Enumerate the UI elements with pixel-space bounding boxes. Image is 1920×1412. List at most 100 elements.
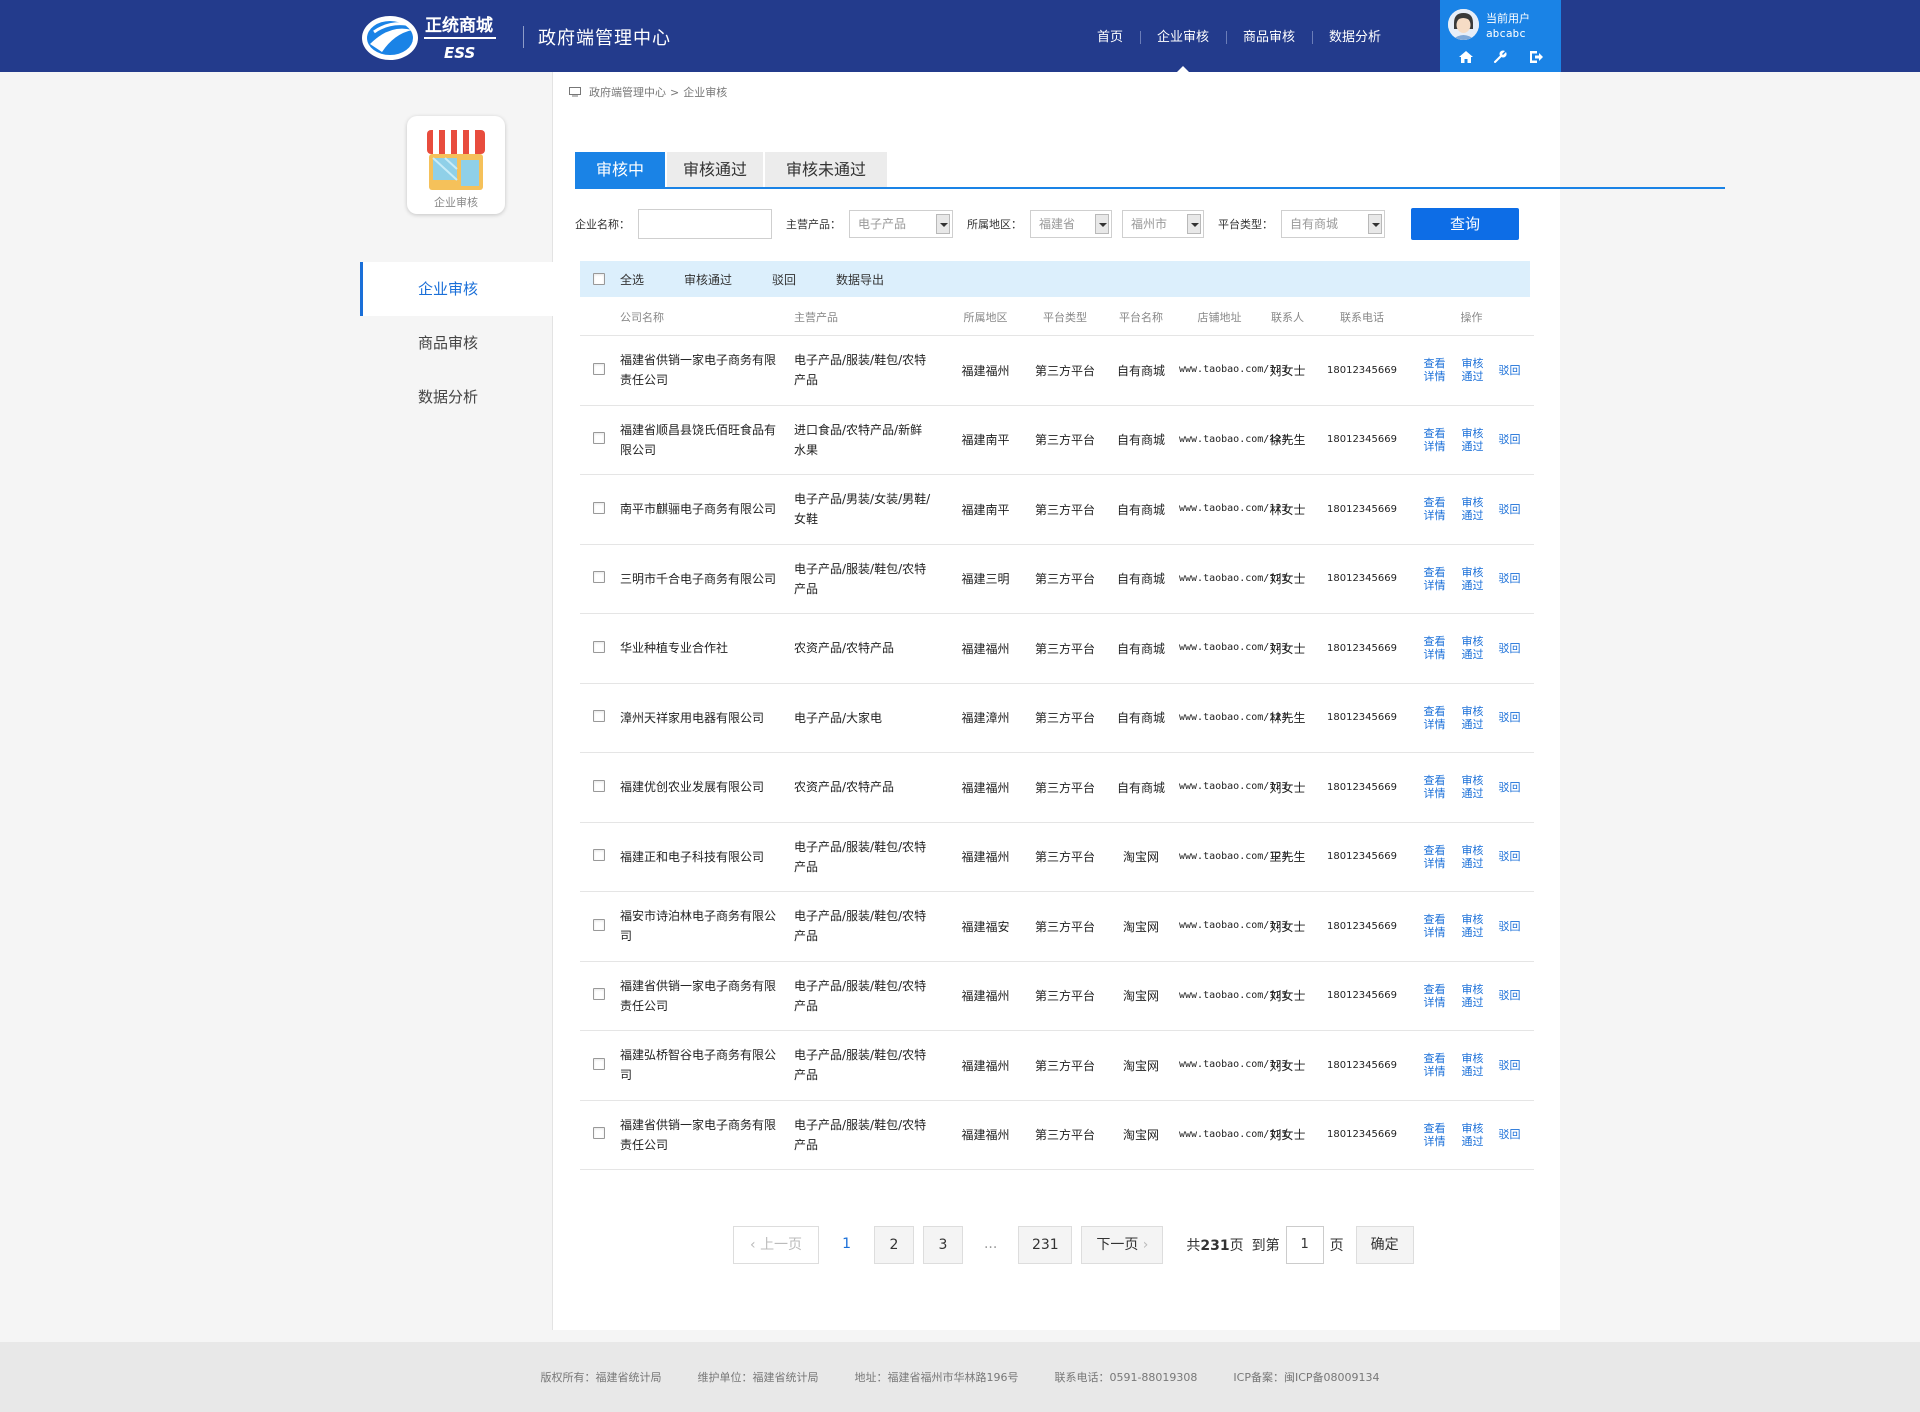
reject-link[interactable]: 驳回 bbox=[1499, 850, 1521, 863]
reject-link[interactable]: 驳回 bbox=[1499, 781, 1521, 794]
logout-icon[interactable] bbox=[1528, 49, 1544, 65]
reject-link[interactable]: 驳回 bbox=[1499, 989, 1521, 1002]
top-header: 正统商城 ESS 政府端管理中心 首页 企业审核 商品审核 数据分析 当前用户 … bbox=[0, 0, 1920, 72]
row-checkbox[interactable] bbox=[593, 779, 605, 792]
view-details-link[interactable]: 查看详情 bbox=[1423, 427, 1447, 453]
row-checkbox[interactable] bbox=[593, 362, 605, 375]
avatar[interactable] bbox=[1448, 9, 1479, 40]
reject-link[interactable]: 驳回 bbox=[1499, 642, 1521, 655]
nav-product-review[interactable]: 商品审核 bbox=[1226, 0, 1312, 72]
province-select-value: 福建省 bbox=[1039, 217, 1076, 231]
row-checkbox[interactable] bbox=[593, 640, 605, 653]
approve-link[interactable]: 审核通过 bbox=[1461, 427, 1485, 453]
view-details-link[interactable]: 查看详情 bbox=[1423, 844, 1447, 870]
approve-link[interactable]: 审核通过 bbox=[1461, 566, 1485, 592]
cell-actions: 查看详情 审核通过 驳回 bbox=[1409, 496, 1534, 522]
reject-link[interactable]: 驳回 bbox=[1499, 364, 1521, 377]
view-details-link[interactable]: 查看详情 bbox=[1423, 496, 1447, 522]
page-3[interactable]: 3 bbox=[922, 1226, 963, 1264]
view-details-link[interactable]: 查看详情 bbox=[1423, 357, 1447, 383]
row-checkbox[interactable] bbox=[593, 1057, 605, 1070]
province-select[interactable]: 福建省 bbox=[1030, 210, 1112, 238]
cell-shop-url: www.taobao.com/123 bbox=[1179, 781, 1288, 793]
table-row: 福建正和电子科技有限公司 电子产品/服装/鞋包/农特产品 福建福州 第三方平台 淘宝网 w… bbox=[580, 823, 1534, 892]
cell-region: 福建福安 bbox=[961, 919, 1010, 934]
view-details-link[interactable]: 查看详情 bbox=[1423, 1122, 1447, 1148]
company-name-input[interactable] bbox=[638, 209, 772, 239]
home-icon[interactable] bbox=[1458, 49, 1474, 65]
row-checkbox[interactable] bbox=[593, 988, 605, 1001]
breadcrumb-root[interactable]: 政府端管理中心 bbox=[589, 84, 666, 100]
batch-approve-button[interactable]: 审核通过 bbox=[684, 271, 732, 288]
sidebar-item-product-review[interactable]: 商品审核 bbox=[360, 316, 553, 370]
reject-link[interactable]: 驳回 bbox=[1499, 433, 1521, 446]
row-checkbox[interactable] bbox=[593, 501, 605, 514]
tab-pending[interactable]: 审核中 bbox=[575, 152, 665, 187]
sidebar-item-company-review[interactable]: 企业审核 bbox=[360, 262, 553, 316]
platform-select[interactable]: 自有商城 bbox=[1281, 210, 1385, 238]
row-checkbox[interactable] bbox=[593, 710, 605, 723]
view-details-link[interactable]: 查看详情 bbox=[1423, 635, 1447, 661]
approve-link[interactable]: 审核通过 bbox=[1461, 983, 1485, 1009]
tab-approved[interactable]: 审核通过 bbox=[667, 152, 763, 187]
reject-link[interactable]: 驳回 bbox=[1499, 711, 1521, 724]
approve-link[interactable]: 审核通过 bbox=[1461, 1052, 1485, 1078]
row-checkbox[interactable] bbox=[593, 571, 605, 584]
approve-link[interactable]: 审核通过 bbox=[1461, 357, 1485, 383]
view-details-link[interactable]: 查看详情 bbox=[1423, 566, 1447, 592]
goto-page-input[interactable]: 1 bbox=[1285, 1226, 1324, 1264]
row-checkbox[interactable] bbox=[593, 849, 605, 862]
search-button[interactable]: 查询 bbox=[1411, 208, 1519, 240]
approve-link[interactable]: 审核通过 bbox=[1461, 844, 1485, 870]
nav-data-analysis[interactable]: 数据分析 bbox=[1312, 0, 1398, 72]
cell-platform-name: 自有商城 bbox=[1116, 433, 1165, 448]
cell-shop-url: www.taobao.com/123 bbox=[1179, 642, 1288, 654]
page-1[interactable]: 1 bbox=[828, 1226, 865, 1264]
reject-link[interactable]: 驳回 bbox=[1499, 1128, 1521, 1141]
product-select[interactable]: 电子产品 bbox=[849, 210, 953, 238]
select-all-label[interactable]: 全选 bbox=[620, 271, 644, 288]
city-select[interactable]: 福州市 bbox=[1122, 210, 1204, 238]
nav-home[interactable]: 首页 bbox=[1080, 0, 1140, 72]
sidebar-item-data-analysis[interactable]: 数据分析 bbox=[360, 370, 553, 424]
approve-link[interactable]: 审核通过 bbox=[1461, 913, 1485, 939]
reject-link[interactable]: 驳回 bbox=[1499, 920, 1521, 933]
view-details-link[interactable]: 查看详情 bbox=[1423, 983, 1447, 1009]
table-row: 福建弘桥智谷电子商务有限公司 电子产品/服装/鞋包/农特产品 福建福州 第三方平台 淘宝… bbox=[580, 1031, 1534, 1101]
row-checkbox[interactable] bbox=[593, 1127, 605, 1140]
batch-reject-button[interactable]: 驳回 bbox=[772, 271, 796, 288]
approve-link[interactable]: 审核通过 bbox=[1461, 1122, 1485, 1148]
reject-link[interactable]: 驳回 bbox=[1499, 1059, 1521, 1072]
view-details-link[interactable]: 查看详情 bbox=[1423, 705, 1447, 731]
cell-region: 福建福州 bbox=[961, 780, 1010, 795]
reject-link[interactable]: 驳回 bbox=[1499, 503, 1521, 516]
wrench-icon[interactable] bbox=[1492, 49, 1508, 65]
view-details-link[interactable]: 查看详情 bbox=[1423, 1052, 1447, 1078]
prev-page-button[interactable]: ‹ 上一页 bbox=[733, 1226, 820, 1264]
tab-rejected[interactable]: 审核未通过 bbox=[765, 152, 887, 187]
select-all-checkbox[interactable] bbox=[593, 273, 605, 285]
view-details-link[interactable]: 查看详情 bbox=[1423, 774, 1447, 800]
breadcrumb-separator: > bbox=[670, 85, 680, 99]
view-details-link[interactable]: 查看详情 bbox=[1423, 913, 1447, 939]
nav-company-review[interactable]: 企业审核 bbox=[1140, 0, 1226, 72]
cell-platform-name: 自有商城 bbox=[1116, 572, 1165, 587]
goto-confirm-button[interactable]: 确定 bbox=[1355, 1226, 1414, 1264]
goto-suffix: 页 bbox=[1329, 1238, 1344, 1254]
next-page-button[interactable]: 下一页 › bbox=[1081, 1226, 1164, 1264]
approve-link[interactable]: 审核通过 bbox=[1461, 496, 1485, 522]
row-checkbox[interactable] bbox=[593, 918, 605, 931]
cell-company: 福建省顺昌县饶氏佰旺食品有限公司 bbox=[620, 422, 777, 457]
site-logo[interactable]: 正统商城 ESS bbox=[360, 6, 506, 66]
approve-link[interactable]: 审核通过 bbox=[1461, 705, 1485, 731]
page-last[interactable]: 231 bbox=[1018, 1226, 1073, 1264]
page-2[interactable]: 2 bbox=[873, 1226, 914, 1264]
export-button[interactable]: 数据导出 bbox=[836, 271, 884, 288]
approve-link[interactable]: 审核通过 bbox=[1461, 774, 1485, 800]
cell-platform-type: 第三方平台 bbox=[1034, 572, 1095, 587]
cell-actions: 查看详情 审核通过 驳回 bbox=[1409, 705, 1534, 731]
row-checkbox[interactable] bbox=[593, 432, 605, 445]
approve-link[interactable]: 审核通过 bbox=[1461, 635, 1485, 661]
reject-link[interactable]: 驳回 bbox=[1499, 572, 1521, 585]
filter-bar: 企业名称： 主营产品： 电子产品 所属地区： 福建省 福州市 平台类型： 自有商… bbox=[575, 208, 1519, 240]
